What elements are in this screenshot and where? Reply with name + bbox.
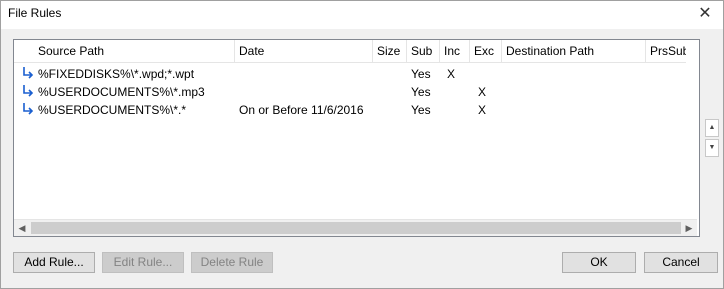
cell-prssub bbox=[646, 83, 686, 101]
cell-destination-path bbox=[502, 65, 646, 83]
cell-date bbox=[235, 65, 373, 83]
move-up-button[interactable]: ▲ bbox=[705, 119, 719, 137]
cell-size bbox=[373, 101, 407, 119]
column-header-size[interactable]: Size bbox=[373, 40, 407, 62]
file-rules-dialog: File Rules ✕ Source Path Date Size Sub I… bbox=[0, 0, 724, 289]
list-header: Source Path Date Size Sub Inc Exc Destin… bbox=[14, 40, 686, 63]
cancel-button[interactable]: Cancel bbox=[644, 252, 718, 273]
column-header-sub[interactable]: Sub bbox=[407, 40, 440, 62]
cell-source-path: %USERDOCUMENTS%\*.mp3 bbox=[38, 85, 205, 99]
arrow-icon bbox=[23, 67, 34, 79]
close-button[interactable]: ✕ bbox=[693, 3, 717, 25]
cell-inc bbox=[440, 83, 470, 101]
column-header-exc[interactable]: Exc bbox=[470, 40, 502, 62]
column-header-prssub[interactable]: PrsSub bbox=[646, 40, 686, 62]
table-row[interactable]: %USERDOCUMENTS%\*.* On or Before 11/6/20… bbox=[14, 101, 686, 119]
cell-inc: X bbox=[447, 67, 456, 81]
cell-exc: X bbox=[478, 85, 487, 99]
cell-prssub bbox=[646, 101, 686, 119]
scroll-right-icon[interactable]: ▶ bbox=[681, 220, 697, 236]
cell-sub: Yes bbox=[411, 67, 431, 81]
cell-sub: Yes bbox=[411, 103, 431, 117]
scrollbar-thumb[interactable] bbox=[31, 222, 681, 234]
arrow-icon bbox=[23, 85, 34, 97]
scroll-left-icon[interactable]: ◀ bbox=[14, 220, 30, 236]
cell-inc bbox=[440, 101, 470, 119]
cell-size bbox=[373, 83, 407, 101]
horizontal-scrollbar[interactable]: ◀ ▶ bbox=[14, 219, 697, 236]
cell-size bbox=[373, 65, 407, 83]
cell-sub: Yes bbox=[411, 85, 431, 99]
cell-destination-path bbox=[502, 83, 646, 101]
cell-source-path: %FIXEDDISKS%\*.wpd;*.wpt bbox=[38, 67, 195, 81]
cell-date: On or Before 11/6/2016 bbox=[239, 103, 364, 117]
edit-rule-button[interactable]: Edit Rule... bbox=[102, 252, 184, 273]
cell-prssub bbox=[646, 65, 686, 83]
column-header-date[interactable]: Date bbox=[235, 40, 373, 62]
ok-button[interactable]: OK bbox=[562, 252, 636, 273]
column-header-inc[interactable]: Inc bbox=[440, 40, 470, 62]
table-row[interactable]: %USERDOCUMENTS%\*.mp3 Yes X bbox=[14, 83, 686, 101]
cell-exc bbox=[470, 65, 502, 83]
move-down-button[interactable]: ▼ bbox=[705, 139, 719, 157]
table-row[interactable]: %FIXEDDISKS%\*.wpd;*.wpt Yes X bbox=[14, 65, 686, 83]
title-bar: File Rules ✕ bbox=[1, 1, 723, 29]
cell-date bbox=[235, 83, 373, 101]
column-header-destination-path[interactable]: Destination Path bbox=[502, 40, 646, 62]
column-header-source-path[interactable]: Source Path bbox=[14, 40, 235, 62]
delete-rule-button[interactable]: Delete Rule bbox=[191, 252, 273, 273]
rules-list[interactable]: Source Path Date Size Sub Inc Exc Destin… bbox=[13, 39, 700, 237]
dialog-title: File Rules bbox=[8, 6, 62, 20]
add-rule-button[interactable]: Add Rule... bbox=[13, 252, 95, 273]
cell-exc: X bbox=[478, 103, 487, 117]
cell-source-path: %USERDOCUMENTS%\*.* bbox=[38, 103, 187, 117]
arrow-icon bbox=[23, 103, 34, 115]
cell-destination-path bbox=[502, 101, 646, 119]
